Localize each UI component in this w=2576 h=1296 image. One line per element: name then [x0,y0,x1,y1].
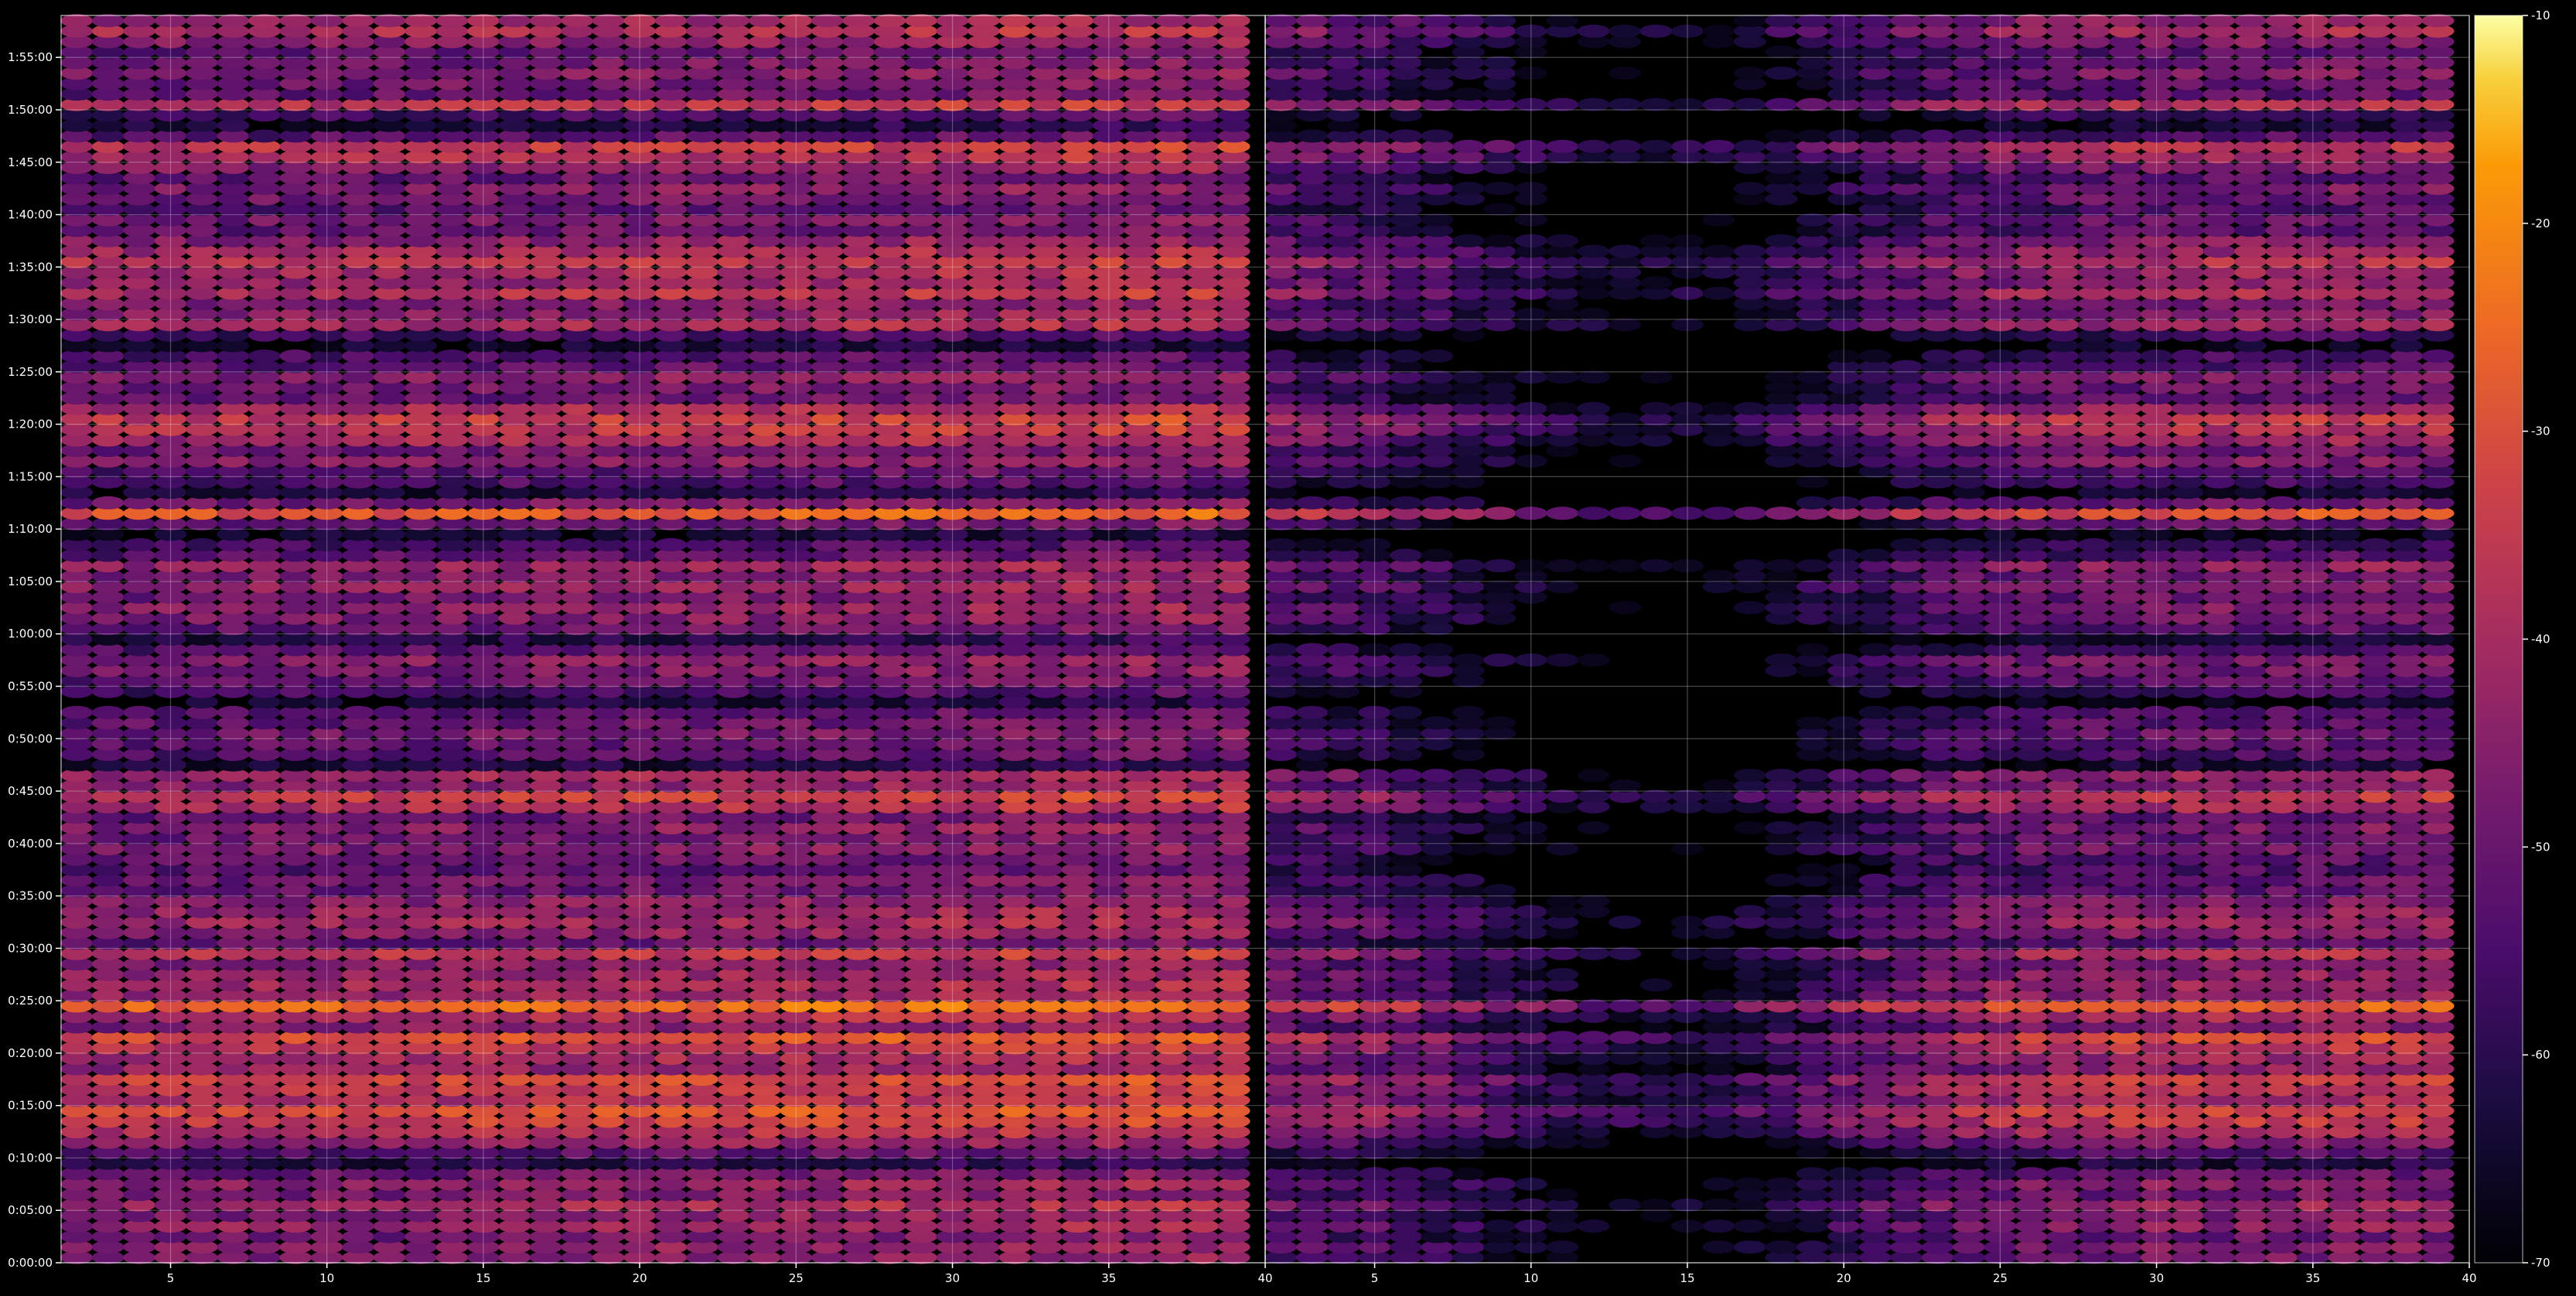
heatmap-cell [998,14,1032,28]
heatmap-cell [1796,1167,1829,1181]
heatmap-cell [1765,1177,1798,1191]
heatmap-cell [1733,1240,1766,1254]
heatmap-cell [1609,1198,1642,1212]
heatmap-cell [654,14,688,28]
heatmap-cell [873,14,906,28]
heatmap-cell [1733,1219,1766,1233]
heatmap-cell [186,538,218,551]
heatmap-cell [1639,1198,1673,1212]
heatmap-cell [217,705,250,719]
heatmap-cell [717,14,750,28]
heatmap-cell [1577,1219,1610,1233]
heatmap-cell [1546,1188,1579,1202]
heatmap-cell [1733,1177,1766,1191]
heatmap-cell [1702,1219,1735,1233]
heatmap-cell [1061,14,1094,28]
heatmap-cell [654,538,688,551]
heatmap-cell [123,538,156,551]
heatmap-cell [279,14,312,28]
heatmap-cell [1217,14,1250,28]
heatmap-cell [748,14,781,28]
heatmap-cell [2046,1167,2080,1181]
heatmap-cell [1186,14,1220,28]
heatmap-cell [498,14,531,28]
heatmap-cell [435,350,469,363]
heatmap-cell [247,538,281,551]
heatmap-cell [60,705,94,719]
heatmap-cell [842,14,875,28]
heatmap-cell [561,538,594,551]
heatmap-cell [1155,14,1188,28]
heatmap-cell [1546,1240,1579,1254]
heatmap-cell [1796,1240,1829,1254]
heatmap-cell [1702,1177,1735,1191]
heatmap-cell [247,14,281,28]
heatmap-cell [91,14,125,28]
heatmap-cell [247,350,281,363]
heatmap-cell [123,705,156,719]
heatmap-cell [186,14,218,28]
heatmap-cell [279,350,312,363]
heatmap-cell [1124,14,1157,28]
heatmap-cell [373,705,406,719]
heatmap-cell [967,14,1000,28]
heatmap-cell [529,350,562,363]
heatmap-cell [217,14,250,28]
heatmap-cells [60,14,2455,1264]
heatmap-cell [1890,1167,1923,1181]
heatmap-cell [1702,1198,1735,1212]
heatmap-cell [1765,1240,1798,1254]
heatmap-cell [561,14,594,28]
heatmap-cell [91,705,125,719]
heatmap-cell [123,14,156,28]
heatmap-cell [373,14,406,28]
heatmap-svg: 0:00:000:05:000:10:000:15:000:20:000:25:… [8,9,2550,1285]
heatmap-cell [404,14,438,28]
heatmap-cell [1858,1167,1892,1181]
heatmap-cell [686,14,719,28]
heatmap-cell [592,14,625,28]
heatmap-chart: 0:00:00 0:05:00 0:10:00 0:15:00 0:20:00 0:25:… [0,0,2576,1293]
heatmap-cell [2015,1167,2048,1181]
heatmap-cell [1702,1240,1735,1254]
heatmap-cell [1421,1167,1454,1181]
heatmap-cell [1483,1219,1517,1233]
heatmap-cell [1483,1177,1517,1191]
heatmap-cell [435,14,469,28]
heatmap-cell [529,14,562,28]
heatmap-cell [342,14,375,28]
heatmap-cell [247,129,281,143]
heatmap-cell [810,14,844,28]
heatmap-cell [60,14,94,28]
heatmap-cell [905,14,938,28]
heatmap-cell [342,705,375,719]
heatmap-cell [91,496,125,510]
heatmap-cell [1029,14,1063,28]
heatmap-cell [1452,1167,1485,1181]
heatmap-cell [1390,1167,1422,1181]
